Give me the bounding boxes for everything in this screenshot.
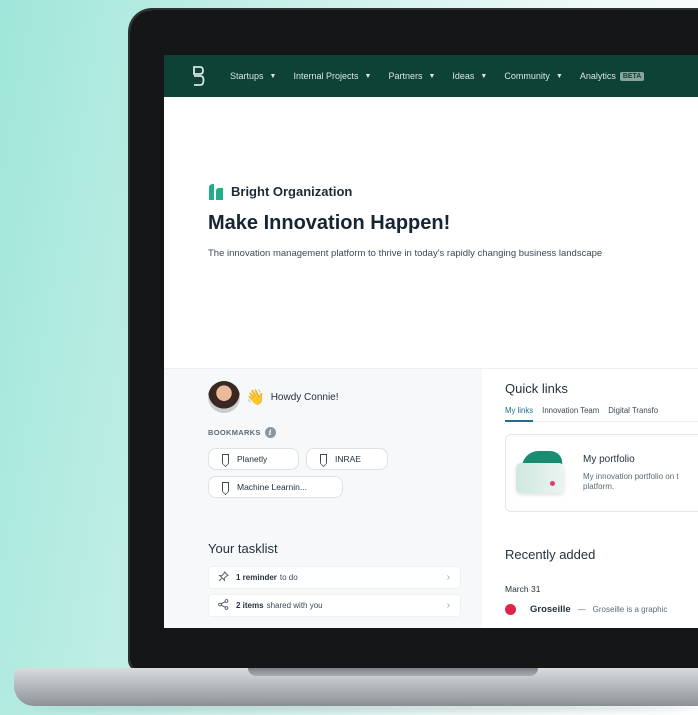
recently-added-title: Recently added <box>505 547 596 562</box>
portfolio-card[interactable]: My portfolio My innovation portfolio on … <box>505 434 698 512</box>
org-header: Bright Organization <box>208 182 698 200</box>
quick-links-tabs: My links Innovation Team Digital Transfo <box>505 406 698 422</box>
recent-item-name: Groseille <box>530 604 571 615</box>
dashboard-lower: 👋 Howdy Connie! BOOKMARKS i Planetly INR… <box>164 369 698 628</box>
hero-description: The innovation management platform to th… <box>208 248 603 259</box>
org-name: Bright Organization <box>231 183 353 199</box>
bookmark-icon <box>222 482 229 492</box>
page-title: Make Innovation Happen! <box>208 212 451 234</box>
tab-innovation-team[interactable]: Innovation Team <box>542 406 599 415</box>
bookmark-icon <box>320 454 327 464</box>
chevron-right-icon: › <box>446 600 450 611</box>
recent-item[interactable]: Groseille — Groseille is a graphic <box>505 604 698 615</box>
laptop-notch <box>248 668 538 676</box>
recent-date: March 31 <box>505 584 541 594</box>
top-nav: Startups ▼ Internal Projects ▼ Partners … <box>164 55 698 97</box>
recent-item-description: Groseille is a graphic <box>592 605 668 614</box>
bookmark-chip[interactable]: INRAE <box>306 448 388 470</box>
nav-item-community[interactable]: Community ▼ <box>504 71 562 81</box>
caret-down-icon: ▼ <box>364 72 372 80</box>
pin-icon <box>218 570 236 585</box>
info-icon[interactable]: i <box>264 427 276 438</box>
task-list: 1 reminder to do › 2 items shared with y… <box>208 566 482 617</box>
tab-my-links[interactable]: My links <box>505 406 534 422</box>
bookmark-chip[interactable]: Planetly <box>208 448 299 470</box>
startup-logo-icon <box>505 604 516 615</box>
wave-icon: 👋 <box>246 389 265 406</box>
portfolio-title: My portfolio <box>583 454 635 465</box>
task-item[interactable]: 2 items shared with you › <box>208 594 461 617</box>
task-item[interactable]: 1 reminder to do › <box>208 566 461 589</box>
org-logo-icon <box>209 184 223 200</box>
nav-item-ideas[interactable]: Ideas ▼ <box>452 71 487 81</box>
greeting-text: Howdy Connie! <box>270 391 339 403</box>
beta-badge: BETA <box>619 71 645 81</box>
caret-down-icon: ▼ <box>428 72 436 80</box>
right-column: Quick links My links Innovation Team Dig… <box>482 369 698 628</box>
bookmark-list: Planetly INRAE Machine Learnin... <box>208 448 448 504</box>
nav-item-startups[interactable]: Startups ▼ <box>230 71 276 81</box>
brand-logo-icon[interactable] <box>192 66 206 86</box>
caret-down-icon: ▼ <box>555 72 563 80</box>
tab-digital-transformation[interactable]: Digital Transfo <box>608 406 658 415</box>
chevron-right-icon: › <box>446 572 450 583</box>
quick-links-title: Quick links <box>505 381 568 396</box>
portfolio-illustration <box>516 451 568 495</box>
nav-item-partners[interactable]: Partners ▼ <box>388 71 435 81</box>
caret-down-icon: ▼ <box>480 72 488 80</box>
left-column: 👋 Howdy Connie! BOOKMARKS i Planetly INR… <box>164 369 482 628</box>
avatar[interactable] <box>208 381 240 413</box>
caret-down-icon: ▼ <box>269 72 277 80</box>
portfolio-description: My innovation portfolio on t platform. <box>583 472 679 491</box>
app-screen: Startups ▼ Internal Projects ▼ Partners … <box>164 55 698 628</box>
bookmark-icon <box>222 454 229 464</box>
nav-item-internal-projects[interactable]: Internal Projects ▼ <box>293 71 371 81</box>
bookmark-chip[interactable]: Machine Learnin... <box>208 476 343 498</box>
bookmarks-label: BOOKMARKS i <box>208 427 482 438</box>
hero-section: Bright Organization Make Innovation Happ… <box>164 97 698 369</box>
tasklist-title: Your tasklist <box>208 541 278 556</box>
share-icon <box>218 598 236 613</box>
laptop-shadow <box>30 704 698 712</box>
nav-item-analytics[interactable]: Analytics BETA <box>580 71 645 81</box>
greeting-row: 👋 Howdy Connie! <box>208 379 482 415</box>
